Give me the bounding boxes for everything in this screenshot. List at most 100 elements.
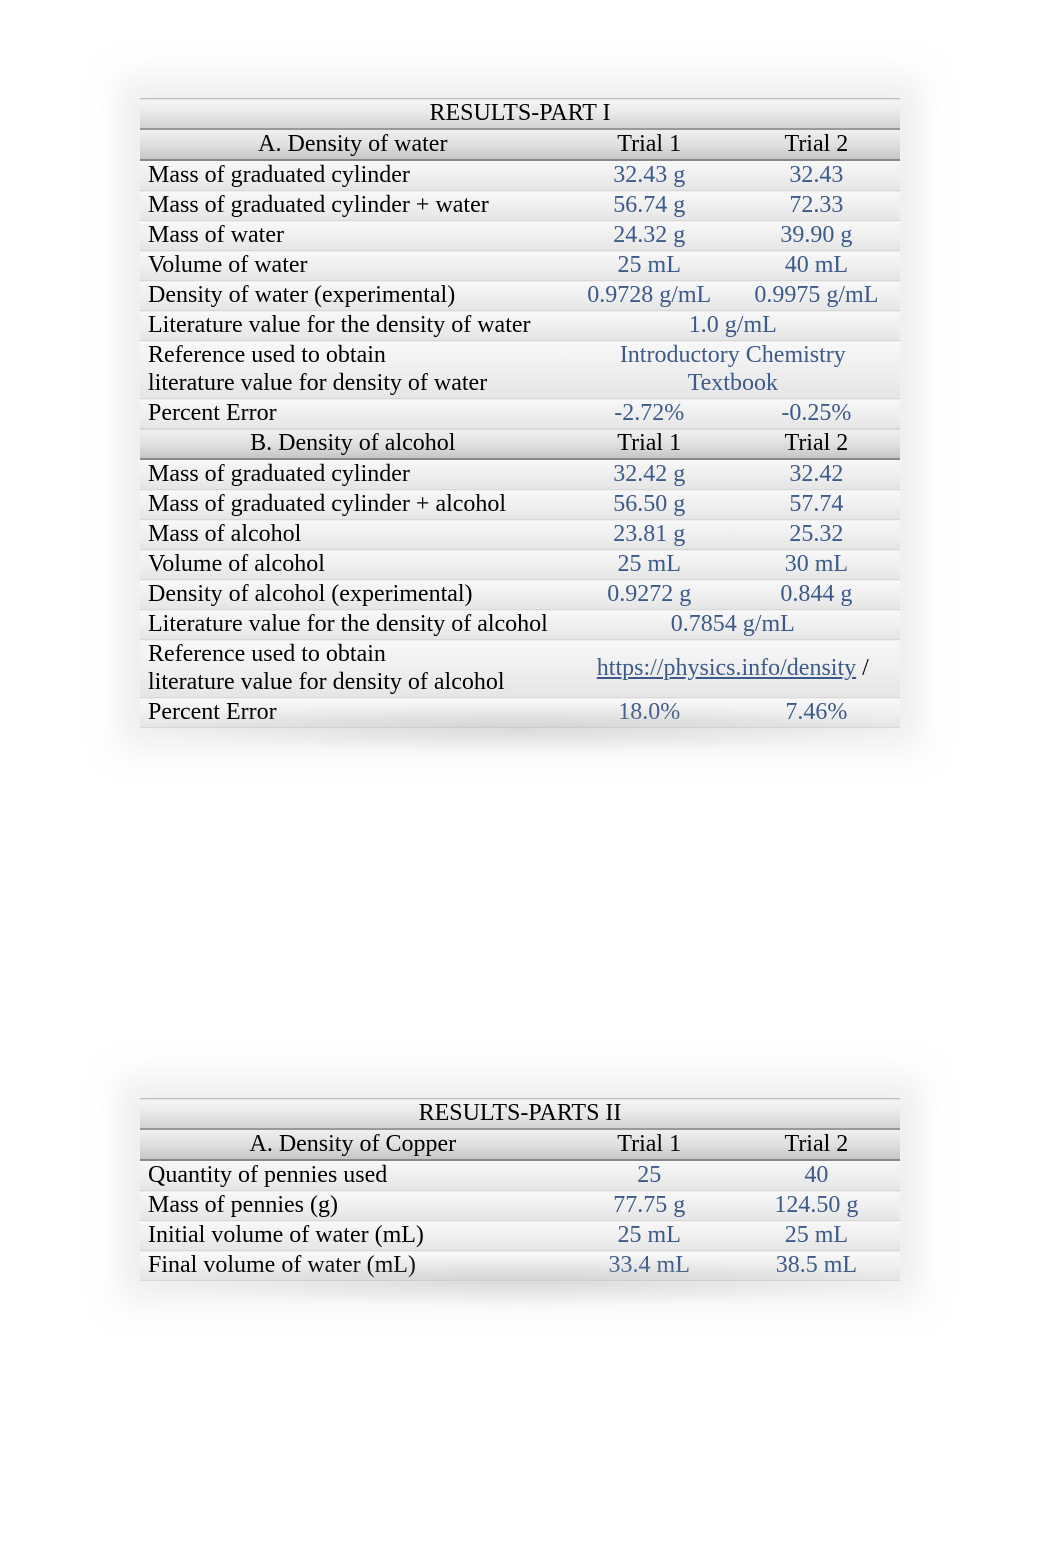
row-label: Mass of graduated cylinder + alcohol xyxy=(140,490,566,520)
row-value-t1: 32.42 g xyxy=(566,459,733,490)
row-value-t2: 124.50 g xyxy=(733,1191,900,1221)
table-row-pe-water: Percent Error -2.72% -0.25% xyxy=(140,399,900,429)
table-row: Initial volume of water (mL) 25 mL 25 mL xyxy=(140,1221,900,1251)
row-value-t1: 77.75 g xyxy=(566,1191,733,1221)
section2A-trial1-head: Trial 1 xyxy=(566,1129,733,1160)
ref-alcohol-link[interactable]: https://physics.info/density xyxy=(597,655,856,681)
row-label: Reference used to obtain literature valu… xyxy=(140,341,566,399)
row-value-t2: 38.5 mL xyxy=(733,1251,900,1281)
row-value-t1: 25 mL xyxy=(566,251,733,281)
sectionB-trial2-head: Trial 2 xyxy=(733,429,900,460)
section2A-trial2-head: Trial 2 xyxy=(733,1129,900,1160)
row-label: Initial volume of water (mL) xyxy=(140,1221,566,1251)
sectionB-heading: B. Density of alcohol xyxy=(140,429,566,460)
ref-alcohol-value: https://physics.info/density / xyxy=(566,640,900,698)
row-value-t1: 32.43 g xyxy=(566,160,733,191)
ref-label-line2: literature value for density of water xyxy=(148,370,487,396)
table-row-ref-water: Reference used to obtain literature valu… xyxy=(140,341,900,399)
table-row: Density of water (experimental) 0.9728 g… xyxy=(140,281,900,311)
row-value-t2: 0.9975 g/mL xyxy=(733,281,900,311)
table1-title-row: RESULTS-PART I xyxy=(140,99,900,130)
section2A-heading: A. Density of Copper xyxy=(140,1129,566,1160)
table-row: Mass of graduated cylinder + water 56.74… xyxy=(140,191,900,221)
results-part1-table: RESULTS-PART I A. Density of water Trial… xyxy=(140,98,900,728)
row-value-t1: 56.50 g xyxy=(566,490,733,520)
row-value-t1: 0.9272 g xyxy=(566,580,733,610)
ref-label-line2: literature value for density of alcohol xyxy=(148,669,505,695)
table-row: Mass of alcohol 23.81 g 25.32 xyxy=(140,520,900,550)
lit-alcohol-value: 0.7854 g/mL xyxy=(566,610,900,640)
row-label: Density of water (experimental) xyxy=(140,281,566,311)
row-value-t1: 56.74 g xyxy=(566,191,733,221)
table-row-lit-water: Literature value for the density of wate… xyxy=(140,311,900,341)
row-value-t2: 40 xyxy=(733,1160,900,1191)
ref-value-line2: Textbook xyxy=(688,370,778,396)
table-row: Volume of water 25 mL 40 mL xyxy=(140,251,900,281)
row-value-t2: 25.32 xyxy=(733,520,900,550)
row-value-t2: 72.33 xyxy=(733,191,900,221)
row-label: Percent Error xyxy=(140,399,566,429)
row-label: Volume of water xyxy=(140,251,566,281)
table-row: Mass of pennies (g) 77.75 g 124.50 g xyxy=(140,1191,900,1221)
row-value-t1: 25 xyxy=(566,1160,733,1191)
sectionB-trial1-head: Trial 1 xyxy=(566,429,733,460)
row-label: Mass of pennies (g) xyxy=(140,1191,566,1221)
row-value-t2: 25 mL xyxy=(733,1221,900,1251)
row-value-t1: 24.32 g xyxy=(566,221,733,251)
table-row: Final volume of water (mL) 33.4 mL 38.5 … xyxy=(140,1251,900,1281)
row-label: Density of alcohol (experimental) xyxy=(140,580,566,610)
sectionA-heading: A. Density of water xyxy=(140,129,566,160)
table2-title: RESULTS-PARTS II xyxy=(140,1099,900,1130)
table-row-ref-alcohol: Reference used to obtain literature valu… xyxy=(140,640,900,698)
section2A-header-row: A. Density of Copper Trial 1 Trial 2 xyxy=(140,1129,900,1160)
table-row: Volume of alcohol 25 mL 30 mL xyxy=(140,550,900,580)
row-label: Mass of graduated cylinder + water xyxy=(140,191,566,221)
ref-value-line1: Introductory Chemistry xyxy=(620,342,846,368)
ref-water-value: Introductory Chemistry Textbook xyxy=(566,341,900,399)
pe-alcohol-t1: 18.0% xyxy=(566,698,733,728)
row-label: Mass of graduated cylinder xyxy=(140,459,566,490)
sectionA-trial2-head: Trial 2 xyxy=(733,129,900,160)
results-part1-container: RESULTS-PART I A. Density of water Trial… xyxy=(140,98,900,728)
row-label: Final volume of water (mL) xyxy=(140,1251,566,1281)
table-row: Mass of water 24.32 g 39.90 g xyxy=(140,221,900,251)
row-label: Volume of alcohol xyxy=(140,550,566,580)
row-value-t2: 39.90 g xyxy=(733,221,900,251)
pe-water-t1: -2.72% xyxy=(566,399,733,429)
row-value-t2: 0.844 g xyxy=(733,580,900,610)
results-part2-container: RESULTS-PARTS II A. Density of Copper Tr… xyxy=(140,1098,900,1281)
row-value-t1: 0.9728 g/mL xyxy=(566,281,733,311)
ref-alcohol-suffix: / xyxy=(856,655,869,681)
row-label: Quantity of pennies used xyxy=(140,1160,566,1191)
table-row-lit-alcohol: Literature value for the density of alco… xyxy=(140,610,900,640)
row-value-t1: 25 mL xyxy=(566,550,733,580)
row-value-t1: 33.4 mL xyxy=(566,1251,733,1281)
pe-water-t2: -0.25% xyxy=(733,399,900,429)
row-label: Literature value for the density of alco… xyxy=(140,610,566,640)
sectionA-header-row: A. Density of water Trial 1 Trial 2 xyxy=(140,129,900,160)
row-value-t2: 30 mL xyxy=(733,550,900,580)
ref-label-line1: Reference used to obtain xyxy=(148,641,386,667)
row-label: Mass of graduated cylinder xyxy=(140,160,566,191)
row-label: Percent Error xyxy=(140,698,566,728)
ref-label-line1: Reference used to obtain xyxy=(148,342,386,368)
row-value-t2: 32.42 xyxy=(733,459,900,490)
sectionA-trial1-head: Trial 1 xyxy=(566,129,733,160)
table-row: Mass of graduated cylinder 32.43 g 32.43 xyxy=(140,160,900,191)
table-row: Quantity of pennies used 25 40 xyxy=(140,1160,900,1191)
pe-alcohol-t2: 7.46% xyxy=(733,698,900,728)
row-label: Mass of alcohol xyxy=(140,520,566,550)
sectionB-header-row: B. Density of alcohol Trial 1 Trial 2 xyxy=(140,429,900,460)
table-row: Mass of graduated cylinder 32.42 g 32.42 xyxy=(140,459,900,490)
lit-water-value: 1.0 g/mL xyxy=(566,311,900,341)
results-part2-table: RESULTS-PARTS II A. Density of Copper Tr… xyxy=(140,1098,900,1281)
row-value-t1: 25 mL xyxy=(566,1221,733,1251)
row-value-t1: 23.81 g xyxy=(566,520,733,550)
row-label: Reference used to obtain literature valu… xyxy=(140,640,566,698)
table-row-pe-alcohol: Percent Error 18.0% 7.46% xyxy=(140,698,900,728)
row-label: Literature value for the density of wate… xyxy=(140,311,566,341)
table1-title: RESULTS-PART I xyxy=(140,99,900,130)
row-value-t2: 57.74 xyxy=(733,490,900,520)
row-value-t2: 40 mL xyxy=(733,251,900,281)
row-label: Mass of water xyxy=(140,221,566,251)
